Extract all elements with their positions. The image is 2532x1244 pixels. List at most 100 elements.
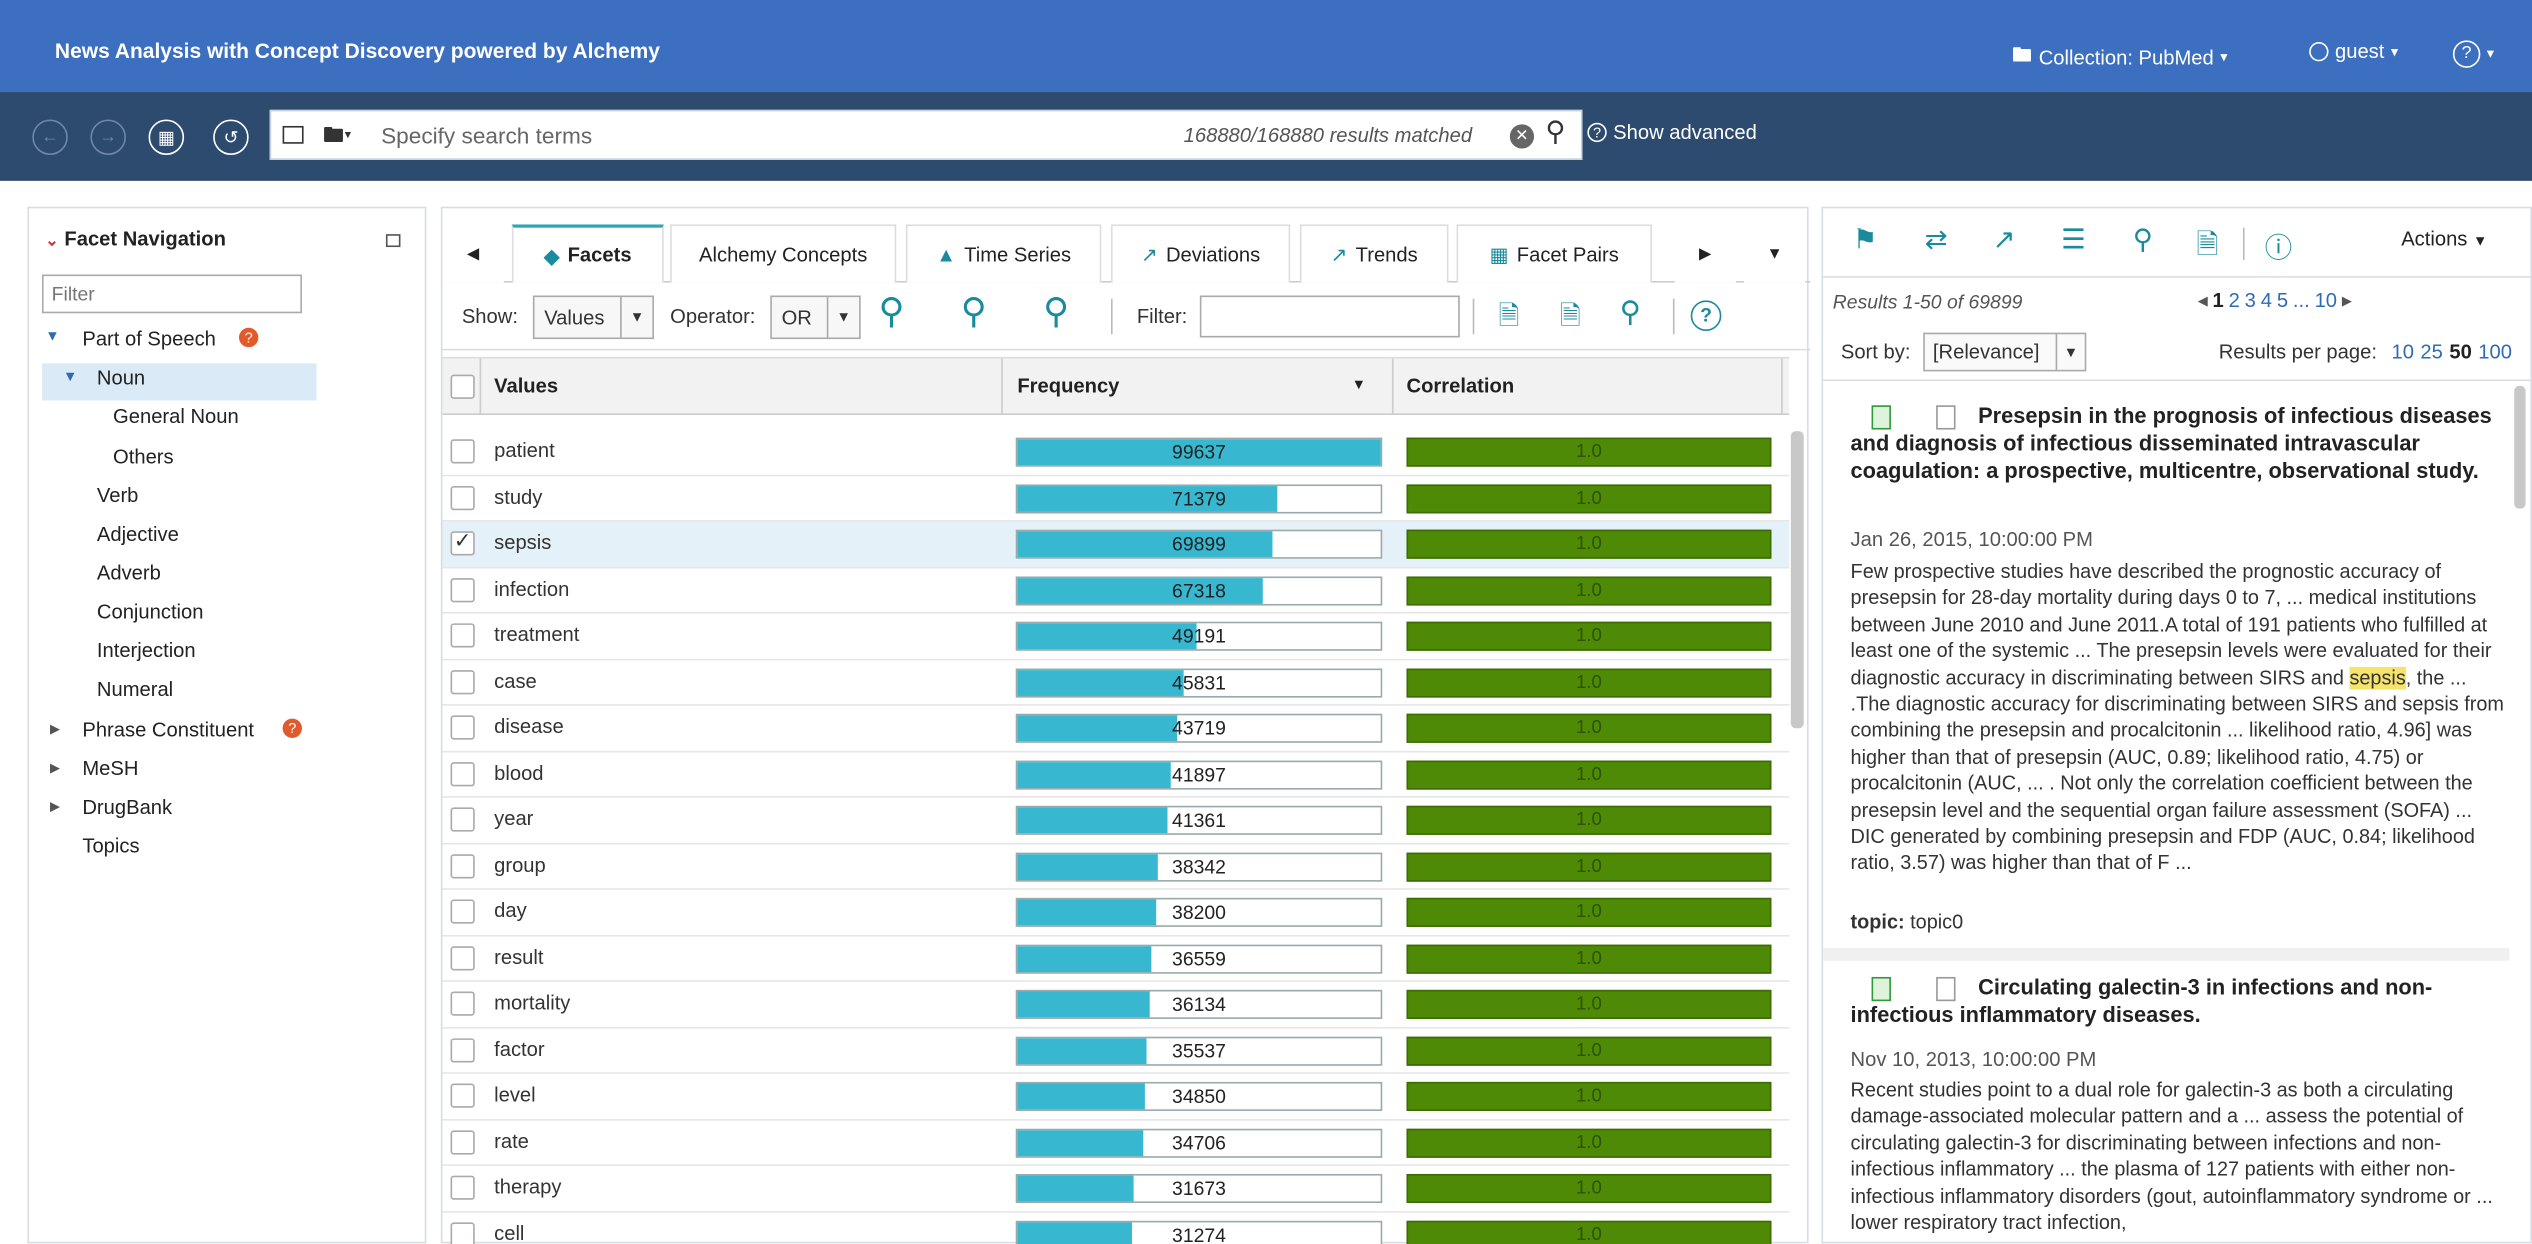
row-checkbox[interactable]: [450, 669, 475, 694]
per-page-option[interactable]: 10: [2392, 341, 2414, 364]
row-value[interactable]: therapy: [494, 1176, 561, 1199]
facet-nav-header[interactable]: ⌄ Facet Navigation: [45, 228, 226, 251]
query-type-icon[interactable]: [282, 125, 304, 144]
row-checkbox[interactable]: [450, 1175, 475, 1200]
tab-scroll-right[interactable]: ▶: [1674, 224, 1736, 283]
sort-select[interactable]: [Relevance] ▼: [1923, 332, 2087, 372]
page-link[interactable]: 10: [2315, 289, 2337, 312]
reset-button[interactable]: ↺: [213, 119, 249, 156]
row-value[interactable]: infection: [494, 577, 569, 600]
table-row[interactable]: rate 34706 1.0: [442, 1120, 1790, 1166]
help-icon[interactable]: ⓘ: [2259, 224, 2298, 264]
actions-menu[interactable]: Actions ▼: [2401, 228, 2487, 251]
zoom-in-icon[interactable]: ⚲: [1620, 296, 1641, 330]
row-checkbox[interactable]: [450, 807, 475, 832]
row-value[interactable]: study: [494, 485, 542, 508]
row-value[interactable]: patient: [494, 439, 555, 462]
tab-facet-pairs[interactable]: ▦ Facet Pairs: [1456, 224, 1652, 283]
page-link[interactable]: 2: [2229, 289, 2240, 312]
table-row[interactable]: infection 67318 1.0: [442, 568, 1790, 614]
info-badge-icon[interactable]: ?: [282, 718, 302, 738]
row-checkbox[interactable]: ✓: [450, 528, 475, 556]
table-row[interactable]: mortality 36134 1.0: [442, 982, 1790, 1028]
folder-dropdown-icon[interactable]: 🖿▾: [323, 121, 352, 157]
row-checkbox[interactable]: [450, 1083, 475, 1108]
row-value[interactable]: factor: [494, 1038, 544, 1061]
row-value[interactable]: case: [494, 669, 537, 692]
sort-desc-icon[interactable]: ▼: [1352, 376, 1366, 392]
collection-menu[interactable]: 🖿 Collection: PubMed ▾: [2012, 40, 2228, 74]
row-checkbox[interactable]: [450, 715, 475, 740]
table-row[interactable]: cell 31274 1.0: [442, 1212, 1789, 1244]
search-within-icon[interactable]: ⚲: [878, 291, 904, 333]
tab-alchemy-concepts[interactable]: Alchemy Concepts: [670, 224, 897, 283]
row-value[interactable]: group: [494, 853, 546, 876]
row-checkbox[interactable]: [450, 761, 475, 786]
tree-item-noun[interactable]: Noun: [97, 367, 145, 390]
tree-item-others[interactable]: Others: [113, 446, 174, 469]
page-link[interactable]: 1: [2213, 289, 2224, 312]
table-row[interactable]: day 38200 1.0: [442, 890, 1790, 936]
row-checkbox[interactable]: [450, 1129, 475, 1154]
result-title[interactable]: Circulating galectin-3 in infections and…: [1851, 974, 2505, 1029]
expand-right-icon[interactable]: ▶: [50, 799, 60, 814]
zoom-in-icon[interactable]: ⚲: [2123, 224, 2162, 260]
search-exclude-icon[interactable]: ⚲: [961, 291, 987, 333]
tree-item-general-noun[interactable]: General Noun: [113, 405, 239, 428]
table-row[interactable]: treatment 49191 1.0: [442, 614, 1790, 660]
search-box[interactable]: 🖿▾ Specify search terms 168880/168880 re…: [269, 109, 1583, 160]
column-correlation[interactable]: Correlation: [1406, 375, 1514, 398]
row-checkbox[interactable]: [450, 1037, 475, 1062]
row-checkbox[interactable]: [450, 1221, 475, 1244]
row-value[interactable]: cell: [494, 1222, 524, 1244]
expand-down-icon[interactable]: ▼: [63, 368, 77, 384]
table-row[interactable]: level 34850 1.0: [442, 1074, 1790, 1120]
row-value[interactable]: day: [494, 899, 527, 922]
export-icon[interactable]: 🗎: [1499, 299, 1520, 343]
tree-item-adverb[interactable]: Adverb: [97, 562, 161, 585]
row-value[interactable]: sepsis: [494, 531, 551, 554]
tab-facets[interactable]: ◆ Facets: [511, 224, 664, 283]
row-value[interactable]: treatment: [494, 623, 579, 646]
export-icon[interactable]: 🗎: [2188, 224, 2227, 260]
tree-item-drugbank[interactable]: DrugBank: [82, 796, 172, 819]
tab-deviations[interactable]: ↗ Deviations: [1110, 224, 1291, 283]
page-link[interactable]: 3: [2245, 289, 2256, 312]
table-row[interactable]: therapy 31673 1.0: [442, 1166, 1790, 1212]
search-input[interactable]: Specify search terms: [381, 123, 592, 149]
page-next-icon[interactable]: ▶: [2342, 293, 2352, 308]
clear-icon[interactable]: ✕: [1509, 124, 1535, 149]
tree-item-verb[interactable]: Verb: [97, 484, 139, 507]
table-row[interactable]: patient 99637 1.0: [442, 430, 1790, 476]
tab-trends[interactable]: ↗ Trends: [1299, 224, 1449, 283]
expand-down-icon[interactable]: ▼: [45, 328, 59, 344]
tree-item-topics[interactable]: Topics: [82, 835, 139, 858]
row-checkbox[interactable]: [450, 853, 475, 878]
tree-item-mesh[interactable]: MeSH: [82, 757, 138, 780]
flag-icon[interactable]: ⚑: [1846, 224, 1885, 260]
grid-scrollbar[interactable]: [1790, 431, 1804, 729]
topic-value[interactable]: topic0: [1910, 911, 1963, 934]
row-value[interactable]: mortality: [494, 991, 570, 1014]
expand-right-icon[interactable]: ▶: [50, 761, 60, 776]
operator-select[interactable]: OR ▼: [770, 295, 861, 340]
row-value[interactable]: blood: [494, 761, 543, 784]
row-checkbox[interactable]: [450, 485, 475, 510]
page-link[interactable]: 4: [2261, 289, 2272, 312]
user-menu[interactable]: guest ▾: [2309, 40, 2398, 63]
table-row[interactable]: year 41361 1.0: [442, 798, 1790, 844]
tree-item-conjunction[interactable]: Conjunction: [97, 601, 204, 624]
info-badge-icon[interactable]: ?: [238, 327, 259, 348]
back-button[interactable]: ←: [32, 119, 68, 156]
table-row[interactable]: factor 35537 1.0: [442, 1028, 1790, 1074]
row-value[interactable]: result: [494, 945, 543, 968]
tab-menu[interactable]: ▼: [1743, 224, 1806, 283]
table-row[interactable]: study 71379 1.0: [442, 476, 1790, 522]
row-checkbox[interactable]: [450, 991, 475, 1016]
new-search-button[interactable]: ▦: [148, 119, 185, 156]
results-scrollbar[interactable]: [2514, 385, 2526, 509]
tab-time-series[interactable]: ▲ Time Series: [905, 224, 1102, 283]
compare-icon[interactable]: ⇄: [1917, 224, 1956, 260]
table-row[interactable]: result 36559 1.0: [442, 936, 1790, 982]
row-value[interactable]: year: [494, 807, 533, 830]
